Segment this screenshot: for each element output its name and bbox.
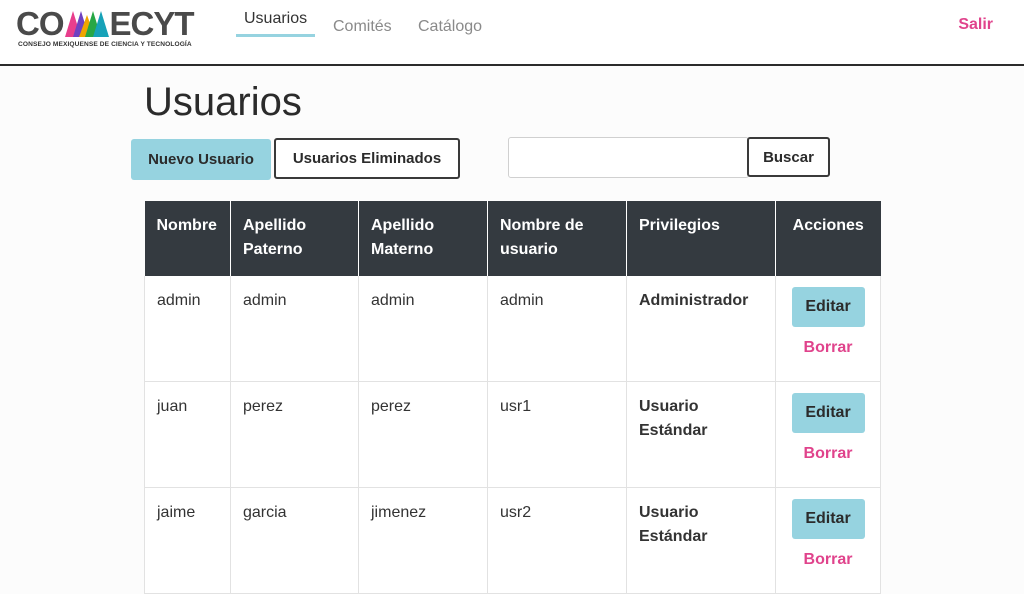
logo-m-icon (64, 11, 109, 37)
cell-nombre-usuario: usr1 (487, 381, 627, 488)
edit-button[interactable]: Editar (791, 499, 865, 539)
cell-privilegios: Usuario Estándar (626, 381, 776, 488)
cell-nombre: jaime (144, 487, 231, 594)
cell-apellido-materno: perez (358, 381, 488, 488)
cell-acciones: Editar Borrar (775, 381, 881, 488)
column-header-apellido-paterno: Apellido Paterno (230, 201, 359, 276)
nav-catalogo[interactable]: Catálogo (418, 18, 482, 36)
column-header-acciones: Acciones (775, 201, 881, 276)
cell-nombre-usuario: usr2 (487, 487, 627, 594)
edit-button[interactable]: Editar (791, 287, 865, 327)
column-header-privilegios: Privilegios (626, 201, 776, 276)
cell-apellido-paterno: admin (230, 276, 359, 382)
table-row: juan perez perez usr1 Usuario Estándar E… (144, 381, 881, 488)
cell-privilegios: Usuario Estándar (626, 487, 776, 594)
table-row: admin admin admin admin Administrador Ed… (144, 276, 881, 382)
nav-active-indicator (236, 34, 315, 37)
users-table: Nombre Apellido Paterno Apellido Materno… (144, 201, 881, 594)
table-row: jaime garcia jimenez usr2 Usuario Estánd… (144, 487, 881, 594)
search-button[interactable]: Buscar (747, 137, 830, 177)
page-title: Usuarios (144, 80, 302, 124)
cell-privilegios: Administrador (626, 276, 776, 382)
cell-apellido-paterno: perez (230, 381, 359, 488)
delete-link[interactable]: Borrar (784, 548, 872, 572)
column-header-nombre-usuario: Nombre de usuario (487, 201, 627, 276)
nav-usuarios[interactable]: Usuarios (244, 10, 307, 28)
logo-wordmark: CO ECYT (16, 5, 195, 42)
delete-link[interactable]: Borrar (784, 442, 872, 466)
cell-apellido-paterno: garcia (230, 487, 359, 594)
delete-link[interactable]: Borrar (784, 336, 872, 360)
cell-acciones: Editar Borrar (775, 276, 881, 382)
comecyt-logo[interactable]: CO ECYT CONSEJO MEXIQUENSE DE CIENCIA Y … (16, 5, 216, 52)
table-header: Nombre Apellido Paterno Apellido Materno… (144, 201, 881, 276)
cell-nombre-usuario: admin (487, 276, 627, 382)
search-input[interactable] (508, 137, 749, 178)
cell-apellido-materno: admin (358, 276, 488, 382)
logout-link[interactable]: Salir (958, 16, 993, 34)
cell-nombre: admin (144, 276, 231, 382)
table-header-row: Nombre Apellido Paterno Apellido Materno… (144, 201, 881, 276)
nav-comites[interactable]: Comités (333, 18, 392, 36)
table-body: admin admin admin admin Administrador Ed… (144, 276, 881, 594)
column-header-nombre: Nombre (144, 201, 231, 276)
logo-left-text: CO (16, 5, 64, 42)
logo-tagline: CONSEJO MEXIQUENSE DE CIENCIA Y TECNOLOG… (18, 41, 192, 48)
cell-apellido-materno: jimenez (358, 487, 488, 594)
edit-button[interactable]: Editar (791, 393, 865, 433)
cell-nombre: juan (144, 381, 231, 488)
new-user-button[interactable]: Nuevo Usuario (131, 139, 271, 180)
logo-right-text: ECYT (109, 5, 195, 42)
top-navbar: CO ECYT CONSEJO MEXIQUENSE DE CIENCIA Y … (0, 0, 1024, 66)
cell-acciones: Editar Borrar (775, 487, 881, 594)
deleted-users-button[interactable]: Usuarios Eliminados (274, 138, 460, 179)
column-header-apellido-materno: Apellido Materno (358, 201, 488, 276)
